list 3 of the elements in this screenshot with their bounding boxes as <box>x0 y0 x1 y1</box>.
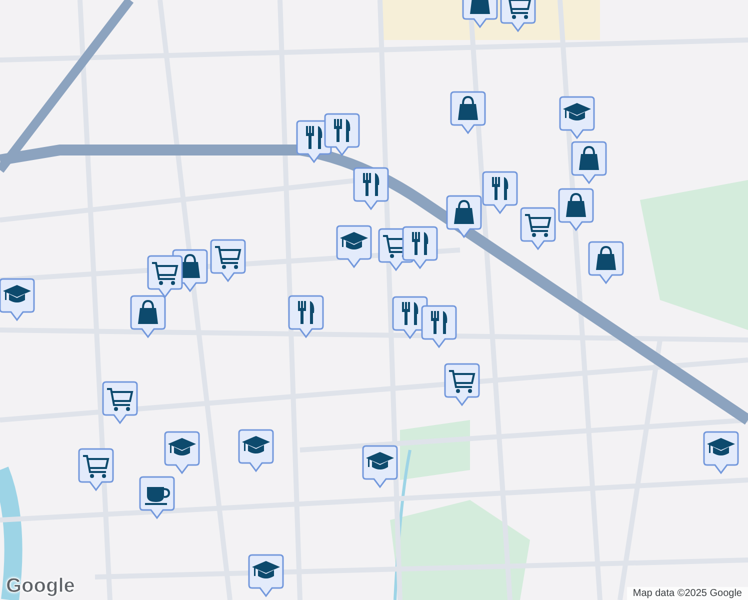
school-marker[interactable] <box>0 278 35 322</box>
map-attribution: Map data ©2025 Google <box>626 587 748 600</box>
grocery-marker[interactable] <box>500 0 536 33</box>
